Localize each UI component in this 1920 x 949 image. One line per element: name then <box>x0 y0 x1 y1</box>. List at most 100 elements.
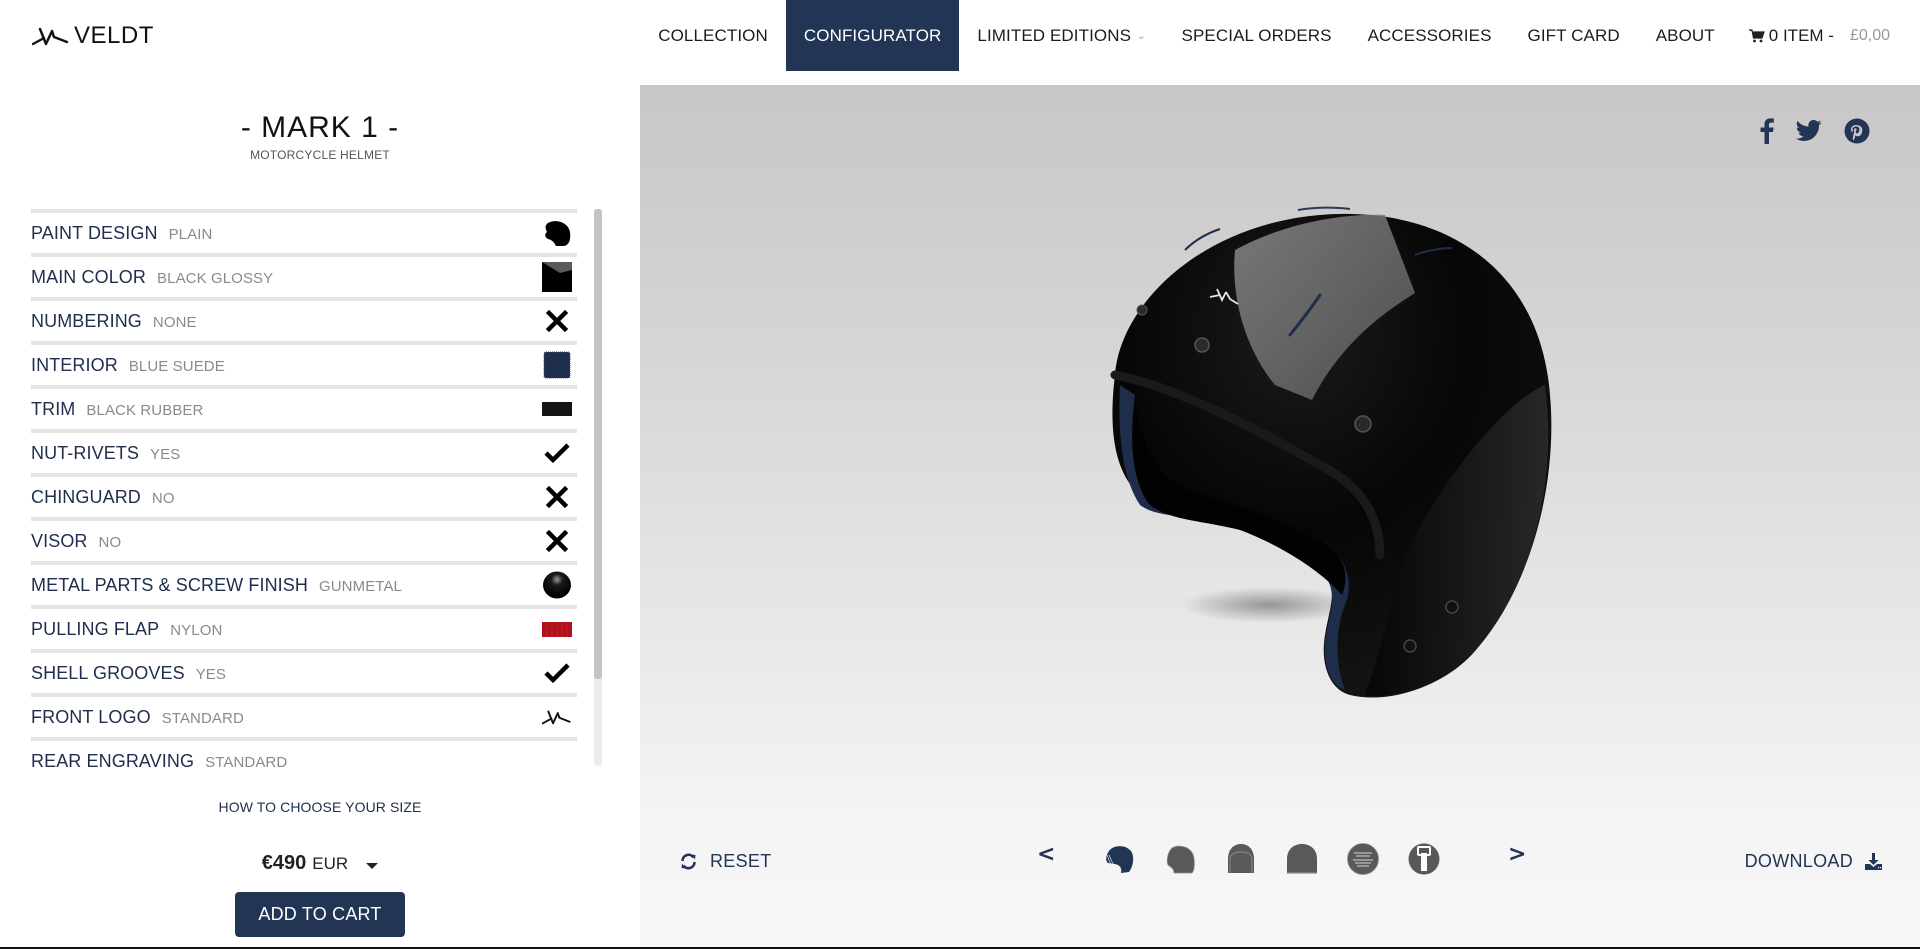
option-chinguard[interactable]: CHINGUARD NO <box>31 473 577 517</box>
option-value: STANDARD <box>161 709 244 727</box>
nav-label: ABOUT <box>1655 25 1715 45</box>
main-nav: COLLECTION CONFIGURATOR LIMITED EDITIONS… <box>640 0 1890 71</box>
thumb-side-view[interactable] <box>1164 843 1196 875</box>
cross-icon <box>542 526 572 556</box>
option-interior[interactable]: INTERIOR BLUE SUEDE <box>31 341 577 385</box>
download-label: DOWNLOAD <box>1744 851 1853 871</box>
option-pulling-flap[interactable]: PULLING FLAP NYLON <box>31 605 577 649</box>
nav-about[interactable]: ABOUT <box>1638 0 1733 71</box>
options-scrollbar[interactable] <box>594 209 602 766</box>
thumb-front-view[interactable] <box>1225 843 1257 875</box>
nav-configurator[interactable]: CONFIGURATOR <box>785 0 960 71</box>
currency-selector[interactable]: €490 EUR <box>0 852 640 875</box>
option-value: GUNMETAL <box>318 577 402 595</box>
black-glossy-swatch-icon <box>542 262 572 292</box>
chevron-down-icon: ⌄ <box>1137 31 1146 42</box>
option-name: INTERIOR <box>31 354 118 375</box>
option-value: BLUE SUEDE <box>128 357 225 375</box>
nav-special-orders[interactable]: SPECIAL ORDERS <box>1164 0 1350 71</box>
option-main-color[interactable]: MAIN COLOR BLACK GLOSSY <box>31 253 577 297</box>
view-thumbnails <box>1103 843 1440 875</box>
size-guide-link[interactable]: HOW TO CHOOSE YOUR SIZE <box>0 799 640 815</box>
currency-code: EUR <box>312 853 349 873</box>
helmet-rivet <box>1354 415 1372 433</box>
thumb-engraving-view[interactable] <box>1347 843 1379 875</box>
option-name: PULLING FLAP <box>31 618 160 639</box>
thumb-three-quarter-view[interactable] <box>1103 843 1135 875</box>
reset-button[interactable]: RESET <box>680 851 772 872</box>
option-name: CHINGUARD <box>31 486 141 507</box>
caret-down-icon <box>366 862 379 869</box>
nav-label: COLLECTION <box>658 25 768 45</box>
reset-label: RESET <box>710 851 772 871</box>
nav-label: ACCESSORIES <box>1367 25 1492 45</box>
blue-suede-swatch-icon <box>542 350 572 380</box>
option-value: BLACK RUBBER <box>86 401 204 419</box>
black-rubber-swatch-icon <box>542 394 572 424</box>
scrollbar-thumb[interactable] <box>594 209 602 679</box>
option-name: NUT-RIVETS <box>31 442 140 463</box>
thumb-flap-view[interactable] <box>1408 843 1440 875</box>
site-header: VELDT COLLECTION CONFIGURATOR LIMITED ED… <box>0 0 1920 85</box>
refresh-icon <box>681 853 696 870</box>
option-front-logo[interactable]: FRONT LOGO STANDARD <box>31 693 577 737</box>
option-shell-grooves[interactable]: SHELL GROOVES YES <box>31 649 577 693</box>
twitter-icon[interactable] <box>1796 120 1822 142</box>
option-name: TRIM <box>31 398 76 419</box>
previous-view-button[interactable]: < <box>1037 842 1055 867</box>
option-name: SHELL GROOVES <box>31 662 185 683</box>
add-to-cart-button[interactable]: ADD TO CART <box>235 892 405 937</box>
nav-label: LIMITED EDITIONS <box>977 25 1132 45</box>
product-subtitle: MOTORCYCLE HELMET <box>250 148 390 162</box>
nav-accessories[interactable]: ACCESSORIES <box>1350 0 1510 71</box>
option-name: NUMBERING <box>31 310 142 331</box>
nav-collection[interactable]: COLLECTION <box>640 0 786 71</box>
option-trim[interactable]: TRIM BLACK RUBBER <box>31 385 577 429</box>
option-visor[interactable]: VISOR NO <box>31 517 577 561</box>
brand-name: VELDT <box>74 22 154 49</box>
nav-limited-editions[interactable]: LIMITED EDITIONS ⌄ <box>959 0 1163 71</box>
option-metal-parts[interactable]: METAL PARTS & SCREW FINISH GUNMETAL <box>31 561 577 605</box>
option-value: YES <box>150 445 181 463</box>
social-share <box>1760 118 1870 144</box>
configurator-panel: - MARK 1 - MOTORCYCLE HELMET PAINT DESIG… <box>0 85 640 947</box>
gunmetal-sphere-icon <box>542 570 572 600</box>
helmet-silhouette-icon <box>542 218 572 248</box>
nav-label: GIFT CARD <box>1527 25 1620 45</box>
option-value: STANDARD <box>205 753 288 771</box>
option-value: BLACK GLOSSY <box>157 269 274 287</box>
veldt-mark-icon <box>542 702 572 732</box>
veldt-mark-icon <box>32 27 69 46</box>
helmet-render[interactable] <box>1080 185 1580 725</box>
option-paint-design[interactable]: PAINT DESIGN PLAIN <box>31 209 577 253</box>
red-nylon-swatch-icon <box>542 614 572 644</box>
nav-gift-card[interactable]: GIFT CARD <box>1510 0 1638 71</box>
option-name: REAR ENGRAVING <box>31 750 195 771</box>
option-name: PAINT DESIGN <box>31 222 158 243</box>
download-button[interactable]: DOWNLOAD <box>1745 851 1882 872</box>
download-icon <box>1865 853 1882 870</box>
option-value: NYLON <box>170 621 223 639</box>
thumb-back-view[interactable] <box>1286 843 1318 875</box>
helmet-rivet <box>1445 600 1459 614</box>
product-title: - MARK 1 - <box>240 111 400 144</box>
next-view-button[interactable]: > <box>1508 842 1526 867</box>
option-value: YES <box>195 665 227 683</box>
helmet-rivet <box>1403 639 1417 653</box>
facebook-icon[interactable] <box>1760 118 1774 144</box>
nav-label: SPECIAL ORDERS <box>1181 25 1332 45</box>
pinterest-icon[interactable] <box>1844 118 1870 144</box>
check-icon <box>542 658 572 688</box>
brand-logo[interactable]: VELDT <box>32 22 154 50</box>
cart-link[interactable]: 0 ITEM - £0,00 <box>1733 0 1890 71</box>
option-numbering[interactable]: NUMBERING NONE <box>31 297 577 341</box>
helmet-viewer: RESET < > DOWNLOAD <box>640 85 1920 947</box>
option-name: VISOR <box>31 530 88 551</box>
option-nut-rivets[interactable]: NUT-RIVETS YES <box>31 429 577 473</box>
option-value: NO <box>98 533 122 551</box>
cart-icon <box>1748 28 1765 42</box>
option-value: NO <box>151 489 175 507</box>
option-name: FRONT LOGO <box>31 706 151 727</box>
option-rear-engraving[interactable]: REAR ENGRAVING STANDARD <box>31 737 577 781</box>
option-value: NONE <box>152 313 197 331</box>
